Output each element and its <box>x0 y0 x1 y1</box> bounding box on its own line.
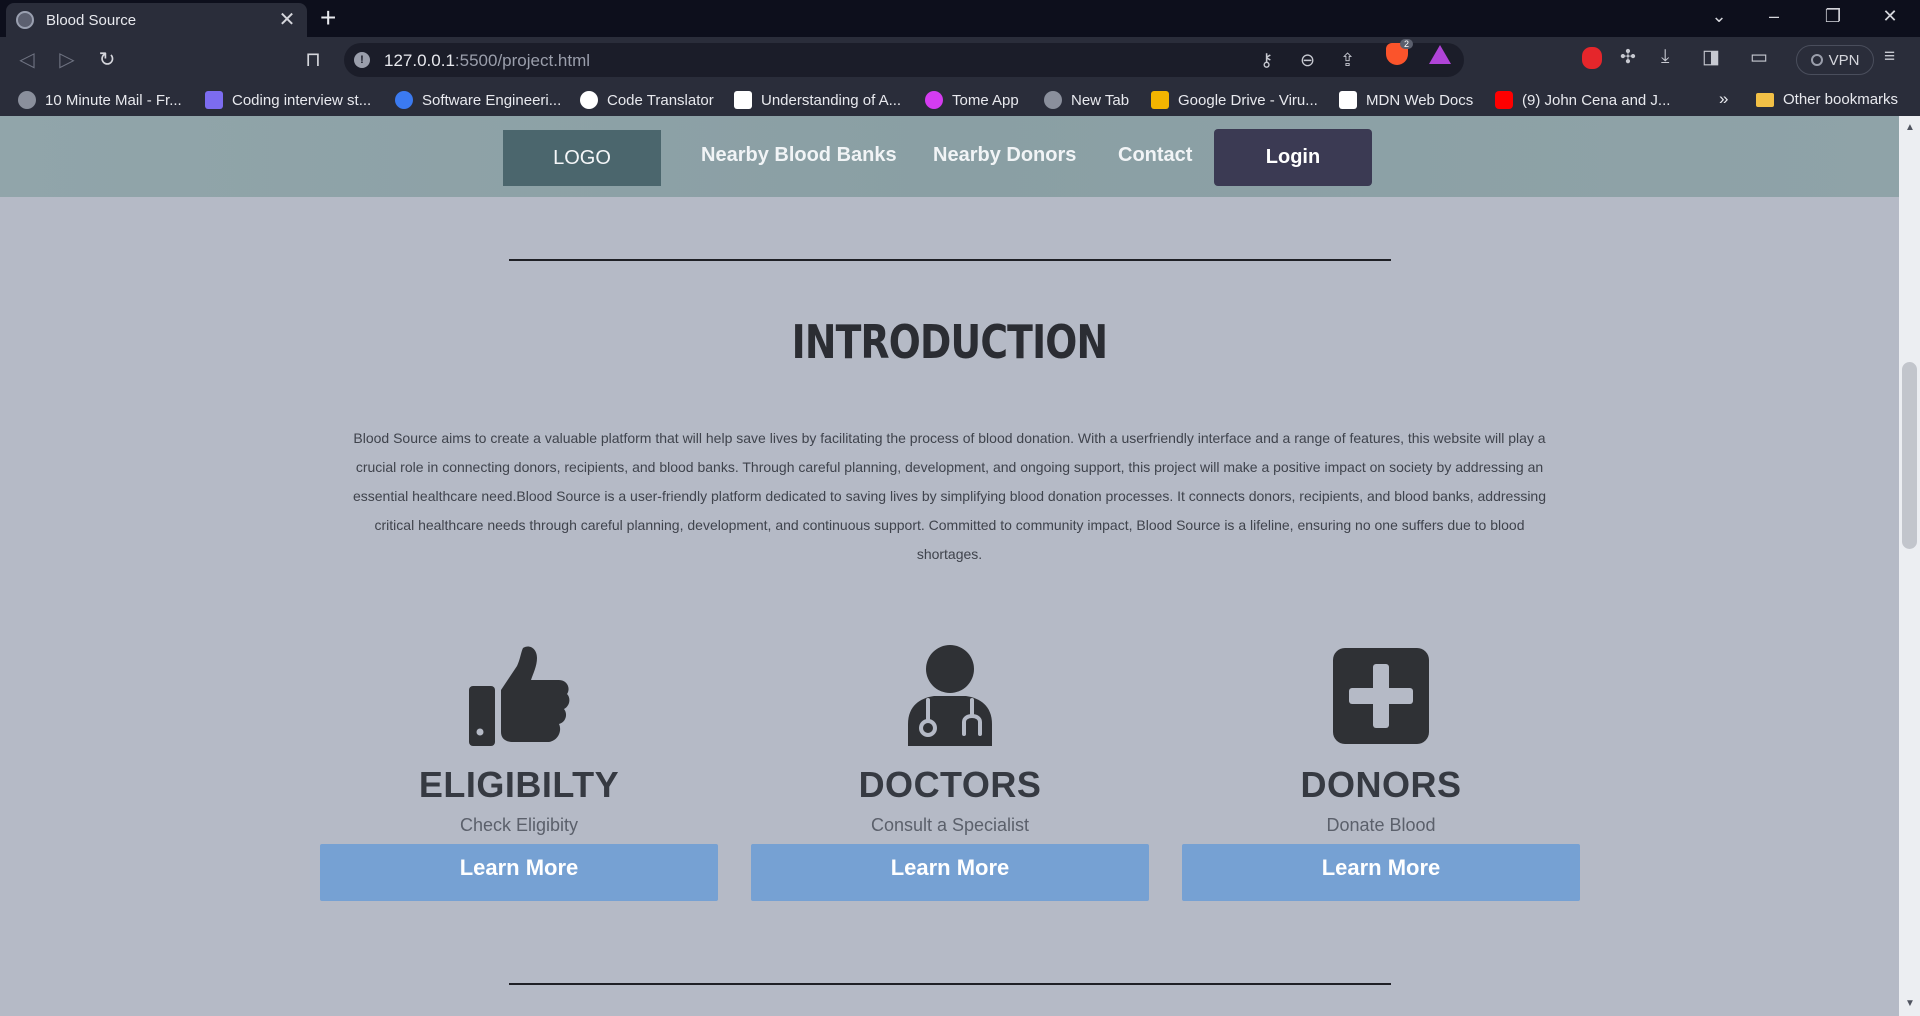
sidebar-icon[interactable]: ◨ <box>1702 46 1720 69</box>
browser-tab[interactable]: Blood Source ✕ <box>6 3 307 37</box>
site-logo[interactable]: LOGO <box>503 130 661 186</box>
card-title: DOCTORS <box>858 764 1042 805</box>
other-bookmarks-folder[interactable]: Other bookmarks <box>1756 91 1898 108</box>
section-divider <box>509 983 1391 985</box>
browser-toolbar: ◁ ▷ ↻ ⊓ ! 127.0.0.1:5500/project.html ⚷ … <box>0 37 1920 84</box>
address-bar[interactable]: ! 127.0.0.1:5500/project.html ⚷ ⊖ ⇪ <box>344 43 1464 77</box>
feature-card-doctors: DOCTORS Consult a Specialist Learn More <box>751 644 1149 914</box>
back-icon[interactable]: ◁ <box>14 47 40 72</box>
nav-link-donors[interactable]: Nearby Donors <box>933 144 1076 167</box>
bookmark-item[interactable]: Software Engineeri... <box>395 91 561 109</box>
login-button[interactable]: Login <box>1214 129 1372 186</box>
learn-more-button[interactable]: Learn More <box>751 844 1149 901</box>
close-tab-icon[interactable]: ✕ <box>277 10 297 30</box>
globe-icon <box>1044 91 1062 109</box>
more-bookmarks-button[interactable]: » <box>1719 89 1728 109</box>
card-subtitle: Consult a Specialist <box>870 815 1030 835</box>
at-sign-icon <box>395 91 413 109</box>
page-viewport: LOGO Nearby Blood Banks Nearby Donors Co… <box>0 116 1899 1016</box>
card-title: DONORS <box>1300 764 1462 805</box>
url-text[interactable]: 127.0.0.1:5500/project.html <box>384 51 590 71</box>
bookmark-item[interactable]: Tome App <box>925 91 1019 109</box>
bookmark-icon[interactable]: ⊓ <box>300 47 326 72</box>
medium-icon <box>734 91 752 109</box>
bookmark-item[interactable]: Google Drive - Viru... <box>1151 91 1318 109</box>
feature-card-eligibility: ELIGIBILTY Check Eligibity Learn More <box>320 644 718 914</box>
site-navbar: LOGO Nearby Blood Banks Nearby Donors Co… <box>0 116 1899 197</box>
wallet-icon[interactable]: ▭ <box>1750 46 1768 69</box>
extensions-icon[interactable]: ✣ <box>1620 46 1636 69</box>
bookmark-item[interactable]: MDN Web Docs <box>1339 91 1473 109</box>
triangle-logo-icon <box>580 91 598 109</box>
bookmark-item[interactable]: Understanding of A... <box>734 91 901 109</box>
mdn-icon <box>1339 91 1357 109</box>
forward-icon[interactable]: ▷ <box>54 47 80 72</box>
bookmark-item[interactable]: Coding interview st... <box>205 91 371 109</box>
page-scrollbar[interactable]: ▲ ▼ <box>1899 116 1920 1016</box>
close-window-icon[interactable]: ✕ <box>1878 6 1902 27</box>
downloads-icon[interactable]: ⤓ <box>1661 46 1669 68</box>
shields-count-badge: 2 <box>1400 39 1414 49</box>
learn-more-button[interactable]: Learn More <box>320 844 718 901</box>
bookmark-item[interactable]: New Tab <box>1044 91 1129 109</box>
adblock-extension-icon[interactable] <box>1582 47 1602 69</box>
zoom-icon[interactable]: ⊖ <box>1300 50 1315 71</box>
globe-icon <box>16 11 34 29</box>
vpn-status-icon <box>1810 54 1823 66</box>
tab-title: Blood Source <box>46 11 137 29</box>
new-tab-icon[interactable]: + <box>320 4 336 32</box>
site-info-icon[interactable]: ! <box>354 52 370 68</box>
browser-tabstrip: Blood Source ✕ + ⌄ – ❐ ✕ <box>0 0 1920 37</box>
share-icon[interactable]: ⇪ <box>1340 50 1355 71</box>
bookmark-item[interactable]: 10 Minute Mail - Fr... <box>18 91 182 109</box>
menu-icon[interactable]: ≡ <box>1884 46 1895 68</box>
nav-link-blood-banks[interactable]: Nearby Blood Banks <box>701 144 897 167</box>
google-drive-icon <box>1151 91 1169 109</box>
folder-icon <box>1756 92 1774 107</box>
card-subtitle: Donate Blood <box>1326 815 1436 835</box>
globe-icon <box>18 91 36 109</box>
intro-paragraph: Blood Source aims to create a valuable p… <box>352 430 1547 562</box>
bookmark-item[interactable]: (9) John Cena and J... <box>1495 91 1670 109</box>
scroll-up-icon[interactable]: ▲ <box>1905 122 1915 133</box>
vpn-button[interactable]: VPN <box>1796 45 1874 75</box>
brave-rewards-icon[interactable] <box>1429 45 1451 64</box>
learn-more-button[interactable]: Learn More <box>1182 844 1580 901</box>
bookmarks-bar: 10 Minute Mail - Fr... Coding interview … <box>0 84 1920 116</box>
code-icon <box>205 91 223 109</box>
feature-card-donors: DONORS Donate Blood Learn More <box>1182 644 1580 914</box>
card-title: ELIGIBILTY <box>418 764 620 805</box>
medical-plus-icon <box>1333 648 1429 744</box>
card-subtitle: Check Eligibity <box>459 815 579 835</box>
section-divider <box>509 259 1391 261</box>
key-icon[interactable]: ⚷ <box>1260 50 1273 71</box>
reload-icon[interactable]: ↻ <box>94 47 120 72</box>
intro-heading: INTRODUCTION <box>791 315 1108 369</box>
tome-icon <box>925 91 943 109</box>
scroll-down-icon[interactable]: ▼ <box>1905 998 1915 1009</box>
tab-search-icon[interactable]: ⌄ <box>1707 6 1731 27</box>
minimize-icon[interactable]: – <box>1762 6 1786 27</box>
nav-link-contact[interactable]: Contact <box>1118 144 1192 167</box>
scrollbar-thumb[interactable] <box>1902 362 1917 549</box>
thumbs-up-icon <box>469 646 570 746</box>
bookmark-item[interactable]: Code Translator <box>580 91 714 109</box>
restore-icon[interactable]: ❐ <box>1821 6 1845 27</box>
doctor-icon <box>908 645 992 746</box>
youtube-icon <box>1495 91 1513 109</box>
